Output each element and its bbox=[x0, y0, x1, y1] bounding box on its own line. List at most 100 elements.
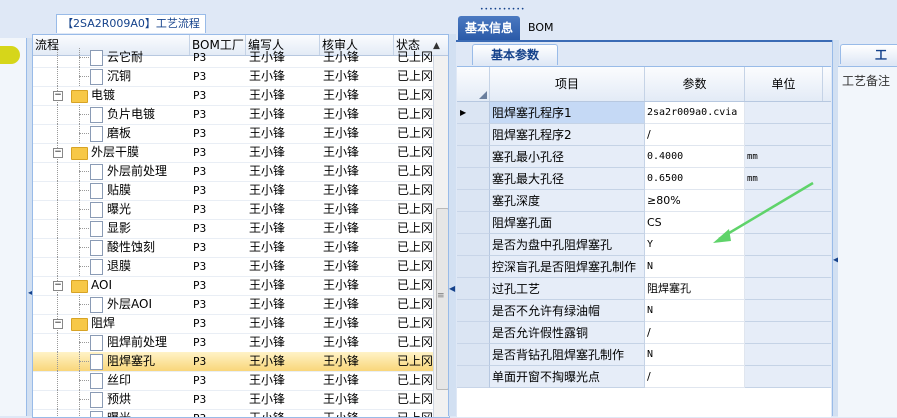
tree-node[interactable]: 退膜 bbox=[33, 257, 187, 276]
row-indicator[interactable] bbox=[457, 212, 490, 234]
param-row[interactable]: 是否背钻孔阻焊塞孔制作 N bbox=[457, 344, 831, 366]
tree-node[interactable]: 负片电镀 bbox=[33, 105, 187, 124]
tree-node[interactable]: 外层AOI bbox=[33, 295, 187, 314]
tree-node[interactable]: 外层前处理 bbox=[33, 162, 187, 181]
tree-row[interactable]: 贴膜 P3 王小锋 王小锋 已上冈 bbox=[33, 181, 433, 201]
row-indicator[interactable] bbox=[457, 256, 490, 278]
param-row[interactable]: 阻焊塞孔程序2/ bbox=[457, 124, 831, 146]
tree-row[interactable]: 曝光 P3 王小锋 王小锋 已上冈 bbox=[33, 409, 433, 417]
param-unit-cell bbox=[745, 322, 831, 344]
param-value-cell[interactable]: N bbox=[645, 300, 745, 322]
process-tree-title: 【2SA2R009A0】工艺流程 bbox=[56, 14, 206, 33]
tree-row[interactable]: 预烘 P3 王小锋 王小锋 已上冈 bbox=[33, 390, 433, 410]
param-value-cell[interactable]: 阻焊塞孔 bbox=[645, 278, 745, 300]
param-row[interactable]: 控深盲孔是否阻焊塞孔制作 N bbox=[457, 256, 831, 278]
tab-basic-params[interactable]: 基本参数 bbox=[472, 44, 558, 65]
tree-node[interactable]: 显影 bbox=[33, 219, 187, 238]
tree-row[interactable]: 外层AOI P3 王小锋 王小锋 已上冈 bbox=[33, 295, 433, 315]
tree-node[interactable]: 预烘 bbox=[33, 390, 187, 409]
param-row[interactable]: 单面开窗不掏曝光点 / bbox=[457, 366, 831, 388]
tree-node[interactable]: 磨板 bbox=[33, 124, 187, 143]
tree-row[interactable]: 显影 P3 王小锋 王小锋 已上冈 bbox=[33, 219, 433, 239]
tree-row[interactable]: 磨板 P3 王小锋 王小锋 已上冈 bbox=[33, 124, 433, 144]
column-header-item[interactable]: 项目 bbox=[490, 67, 645, 101]
param-row[interactable]: 是否不允许有绿油帽 N bbox=[457, 300, 831, 322]
tree-node[interactable]: 酸性蚀刻 bbox=[33, 238, 187, 257]
collapse-toggle-icon[interactable]: − bbox=[53, 319, 63, 329]
tree-node[interactable]: 曝光 bbox=[33, 409, 187, 417]
tab-basic-info[interactable]: 基本信息 bbox=[458, 16, 520, 40]
column-header-param[interactable]: 参数 bbox=[645, 67, 745, 101]
tree-row[interactable]: 曝光 P3 王小锋 王小锋 已上冈 bbox=[33, 200, 433, 220]
row-indicator[interactable] bbox=[457, 168, 490, 190]
chat-bubble-icon[interactable] bbox=[0, 46, 20, 64]
param-value-cell[interactable]: / bbox=[645, 124, 745, 146]
tree-row[interactable]: 酸性蚀刻 P3 王小锋 王小锋 已上冈 bbox=[33, 238, 433, 258]
tree-row[interactable]: 外层前处理 P3 王小锋 王小锋 已上冈 bbox=[33, 162, 433, 182]
tree-row[interactable]: 丝印 P3 王小锋 王小锋 已上冈 bbox=[33, 371, 433, 391]
row-indicator[interactable] bbox=[457, 344, 490, 366]
param-value-cell[interactable]: / bbox=[645, 366, 745, 388]
column-header-unit[interactable]: 单位 bbox=[745, 67, 823, 101]
tree-row[interactable]: 退膜 P3 王小锋 王小锋 已上冈 bbox=[33, 257, 433, 277]
bom-factory-cell: P3 bbox=[193, 165, 207, 178]
reviewer-cell: 王小锋 bbox=[323, 126, 360, 140]
tree-row[interactable]: − 电镀 P3 王小锋 王小锋 已上冈 bbox=[33, 86, 433, 106]
collapse-toggle-icon[interactable]: − bbox=[53, 281, 63, 291]
collapse-toggle-icon[interactable]: − bbox=[53, 148, 63, 158]
param-value-cell[interactable]: 0.4000 bbox=[645, 146, 745, 168]
row-indicator[interactable]: ▶ bbox=[457, 102, 490, 124]
row-indicator[interactable] bbox=[457, 366, 490, 388]
param-value-cell[interactable]: / bbox=[645, 322, 745, 344]
tree-node[interactable]: 沉铜 bbox=[33, 67, 187, 86]
param-value-cell[interactable]: 2sa2r009a0.cvia bbox=[645, 102, 745, 124]
tree-node[interactable]: − AOI bbox=[33, 276, 187, 295]
tree-node[interactable]: − 阻焊 bbox=[33, 314, 187, 333]
tree-node[interactable]: 云它耐 bbox=[33, 48, 187, 67]
tree-row[interactable]: 阻焊前处理 P3 王小锋 王小锋 已上冈 bbox=[33, 333, 433, 353]
tree-guide-line bbox=[79, 114, 89, 115]
collapse-toggle-icon[interactable]: − bbox=[53, 91, 63, 101]
author-cell: 王小锋 bbox=[249, 126, 286, 140]
param-unit-cell bbox=[745, 256, 831, 278]
tab-process-remark[interactable]: 工艺 bbox=[840, 44, 897, 82]
tree-row[interactable]: 云它耐 P3 王小锋 王小锋 已上冈 bbox=[33, 48, 433, 68]
tree-row[interactable]: 负片电镀 P3 王小锋 王小锋 已上冈 bbox=[33, 105, 433, 125]
tree-scrollbar[interactable]: ≡ bbox=[433, 56, 449, 417]
tab-bom[interactable]: BOM bbox=[528, 16, 558, 40]
tree-row[interactable]: − 阻焊 P3 王小锋 王小锋 已上冈 bbox=[33, 314, 433, 334]
tree-node[interactable]: 丝印 bbox=[33, 371, 187, 390]
param-value-cell[interactable]: N bbox=[645, 256, 745, 278]
tree-node[interactable]: − 电镀 bbox=[33, 86, 187, 105]
row-indicator[interactable] bbox=[457, 146, 490, 168]
param-row[interactable]: ▶ 阻焊塞孔程序1 2sa2r009a0.cvia bbox=[457, 102, 831, 124]
row-indicator[interactable] bbox=[457, 278, 490, 300]
drag-handle-icon[interactable]: •••••••••• bbox=[480, 7, 524, 13]
tree-row[interactable]: 阻焊塞孔 P3 王小锋 王小锋 已上冈 bbox=[33, 352, 433, 372]
tree-node[interactable]: 曝光 bbox=[33, 200, 187, 219]
row-indicator[interactable] bbox=[457, 124, 490, 146]
param-row[interactable]: 塞孔最小孔径 0.4000 mm bbox=[457, 146, 831, 168]
param-row[interactable]: 是否允许假性露铜 / bbox=[457, 322, 831, 344]
param-row[interactable]: 过孔工艺 阻焊塞孔 bbox=[457, 278, 831, 300]
tree-node-label: 云它耐 bbox=[107, 50, 144, 64]
scroll-up-arrow-icon[interactable]: ▲ bbox=[433, 41, 440, 51]
grid-corner[interactable] bbox=[457, 67, 490, 101]
tree-row[interactable]: − 外层干膜 P3 王小锋 王小锋 已上冈 bbox=[33, 143, 433, 163]
reviewer-cell: 王小锋 bbox=[323, 297, 360, 311]
tree-node[interactable]: 阻焊塞孔 bbox=[33, 352, 187, 371]
tree-node[interactable]: 阻焊前处理 bbox=[33, 333, 187, 352]
row-indicator[interactable] bbox=[457, 234, 490, 256]
row-indicator[interactable] bbox=[457, 300, 490, 322]
param-item-cell: 过孔工艺 bbox=[490, 278, 645, 300]
tree-node[interactable]: − 外层干膜 bbox=[33, 143, 187, 162]
row-indicator[interactable] bbox=[457, 190, 490, 212]
author-cell: 王小锋 bbox=[249, 373, 286, 387]
tree-node[interactable]: 贴膜 bbox=[33, 181, 187, 200]
tree-row[interactable]: 沉铜 P3 王小锋 王小锋 已上冈 bbox=[33, 67, 433, 87]
folder-icon bbox=[71, 147, 88, 160]
tree-guide-line bbox=[79, 57, 89, 58]
tree-row[interactable]: − AOI P3 王小锋 王小锋 已上冈 bbox=[33, 276, 433, 296]
row-indicator[interactable] bbox=[457, 322, 490, 344]
param-value-cell[interactable]: N bbox=[645, 344, 745, 366]
